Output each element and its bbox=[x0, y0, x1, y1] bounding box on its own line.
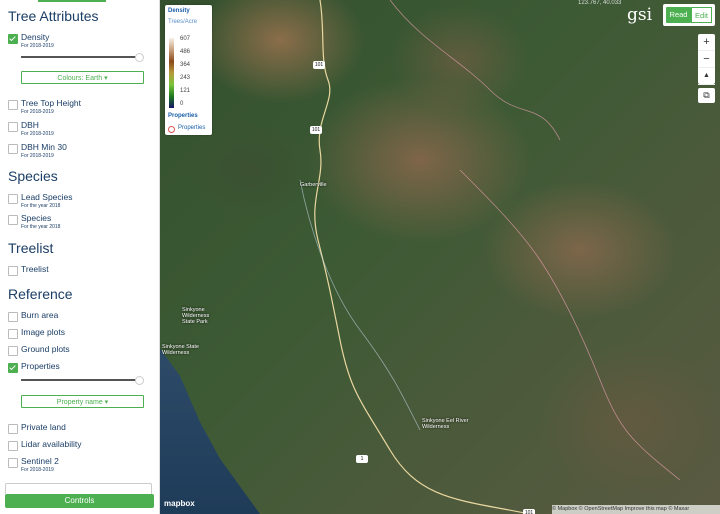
lidar-checkbox[interactable] bbox=[8, 441, 18, 451]
tree-top-height-sub: For 2018-2019 bbox=[21, 109, 54, 115]
legend-tick: 121 bbox=[180, 88, 191, 94]
place-label: Garberville bbox=[300, 182, 327, 188]
tree-top-height-checkbox[interactable] bbox=[8, 100, 18, 110]
dbh-min30-checkbox[interactable] bbox=[8, 144, 18, 154]
legend-tick: 364 bbox=[180, 62, 191, 68]
highway-shield: 101 bbox=[313, 61, 325, 69]
layers-icon[interactable]: ⧉ bbox=[698, 88, 715, 103]
private-land-label: Private land bbox=[21, 422, 66, 432]
colours-dropdown-label: Colours: Earth bbox=[57, 75, 103, 82]
burn-area-checkbox[interactable] bbox=[8, 312, 18, 322]
gsi-logo: gsi bbox=[627, 5, 653, 25]
section-species: Species bbox=[8, 168, 58, 184]
highway-shield: 1 bbox=[356, 455, 368, 463]
sentinel-sub: For 2018-2019 bbox=[21, 467, 54, 473]
colours-dropdown[interactable]: Colours: Earth ▾ bbox=[21, 71, 144, 84]
dbh-label: DBH bbox=[21, 120, 39, 130]
slider-knob[interactable] bbox=[135, 376, 144, 385]
zoom-out-button[interactable]: − bbox=[698, 51, 715, 68]
treelist-label: Treelist bbox=[21, 264, 49, 274]
scroll-indicator bbox=[38, 0, 106, 2]
ground-plots-checkbox[interactable] bbox=[8, 346, 18, 356]
map-legend: Density Trees/Acre 607 486 364 243 121 0… bbox=[165, 5, 212, 135]
legend-title: Density bbox=[168, 8, 190, 14]
density-sub: For 2018-2019 bbox=[21, 43, 54, 49]
property-outline-icon bbox=[168, 126, 175, 133]
property-name-dropdown[interactable]: Property name ▾ bbox=[21, 395, 144, 408]
burn-area-label: Burn area bbox=[21, 310, 59, 320]
read-edit-toggle[interactable]: Read Edit bbox=[663, 4, 715, 26]
zoom-controls: + − ▲ bbox=[698, 34, 715, 85]
section-tree-attributes: Tree Attributes bbox=[8, 8, 99, 24]
legend-tick: 607 bbox=[180, 36, 191, 42]
image-plots-label: Image plots bbox=[21, 327, 65, 337]
place-label: Sinkyone State Wilderness bbox=[162, 344, 199, 356]
lidar-label: Lidar availability bbox=[21, 439, 82, 449]
slider-knob[interactable] bbox=[135, 53, 144, 62]
coordinates-readout: 123.767, 40.033 bbox=[578, 0, 622, 6]
legend-properties-item: Properties bbox=[178, 125, 206, 131]
sidebar: Tree Attributes Density For 2018-2019 Co… bbox=[0, 0, 160, 514]
map-canvas[interactable]: 123.767, 40.033 101 101 1 101 Garbervill… bbox=[160, 0, 720, 514]
map-attribution[interactable]: © Mapbox © OpenStreetMap Improve this ma… bbox=[552, 505, 720, 514]
section-reference: Reference bbox=[8, 286, 73, 302]
dbh-min30-label: DBH Min 30 bbox=[21, 142, 67, 152]
controls-button[interactable]: Controls bbox=[5, 494, 154, 508]
roads-layer bbox=[299, 0, 681, 514]
collapsed-panel-edge bbox=[5, 483, 152, 494]
treelist-checkbox[interactable] bbox=[8, 266, 18, 276]
legend-unit: Trees/Acre bbox=[168, 19, 198, 25]
species-checkbox[interactable] bbox=[8, 215, 18, 225]
edit-button[interactable]: Edit bbox=[691, 7, 712, 23]
highway-shield: 101 bbox=[523, 509, 535, 514]
legend-properties-title: Properties bbox=[168, 113, 198, 119]
legend-tick: 0 bbox=[180, 101, 184, 107]
image-plots-checkbox[interactable] bbox=[8, 329, 18, 339]
dbh-min30-sub: For 2018-2019 bbox=[21, 153, 54, 159]
private-land-checkbox[interactable] bbox=[8, 424, 18, 434]
compass-icon[interactable]: ▲ bbox=[698, 68, 715, 85]
density-label: Density bbox=[21, 32, 50, 42]
lead-species-sub: For the year 2018 bbox=[21, 203, 61, 209]
species-sub: For the year 2018 bbox=[21, 224, 61, 230]
legend-tick: 243 bbox=[180, 75, 191, 81]
mapbox-logo: mapbox bbox=[164, 499, 195, 508]
legend-tick: 486 bbox=[180, 49, 191, 55]
lead-species-checkbox[interactable] bbox=[8, 194, 18, 204]
dbh-sub: For 2018-2019 bbox=[21, 131, 54, 137]
sentinel-label: Sentinel 2 bbox=[21, 456, 59, 466]
legend-color-ramp bbox=[169, 38, 174, 108]
caret-down-icon: ▾ bbox=[104, 399, 109, 406]
caret-down-icon: ▾ bbox=[104, 75, 108, 82]
place-label: Sinkyone Wilderness State Park bbox=[182, 307, 210, 325]
highway-shield: 101 bbox=[310, 126, 322, 134]
section-treelist: Treelist bbox=[8, 240, 54, 256]
sentinel-checkbox[interactable] bbox=[8, 458, 18, 468]
properties-label: Properties bbox=[21, 361, 60, 371]
property-name-dropdown-label: Property name bbox=[56, 399, 103, 406]
dbh-checkbox[interactable] bbox=[8, 122, 18, 132]
properties-checkbox[interactable] bbox=[8, 363, 18, 373]
place-label: Sinkyone Eel River Wilderness bbox=[422, 418, 469, 430]
tree-top-height-label: Tree Top Height bbox=[21, 98, 82, 108]
lead-species-label: Lead Species bbox=[21, 192, 73, 202]
read-button[interactable]: Read bbox=[666, 7, 691, 23]
density-opacity-slider[interactable] bbox=[21, 53, 144, 62]
density-checkbox[interactable] bbox=[8, 34, 18, 44]
properties-opacity-slider[interactable] bbox=[21, 376, 144, 385]
species-label: Species bbox=[21, 213, 52, 223]
zoom-in-button[interactable]: + bbox=[698, 34, 715, 51]
ground-plots-label: Ground plots bbox=[21, 344, 70, 354]
